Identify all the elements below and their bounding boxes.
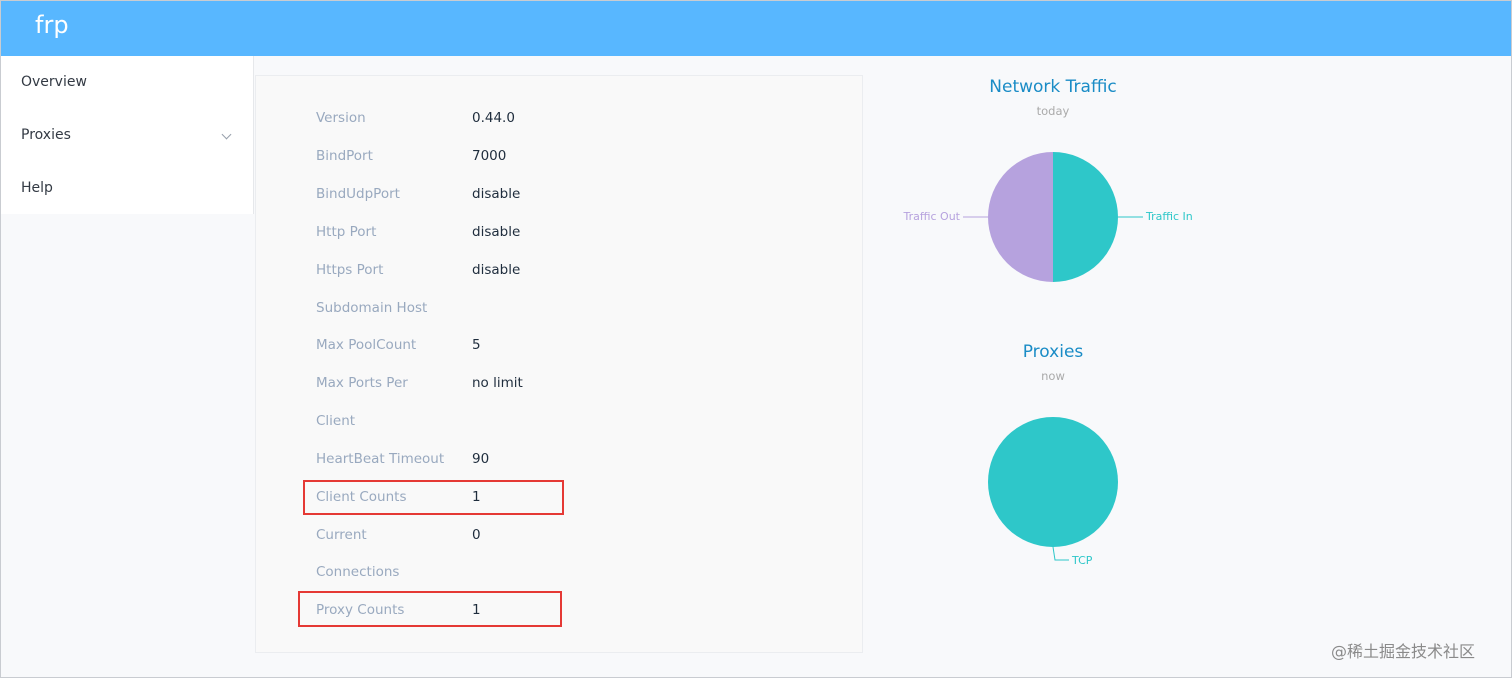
tcp-label: TCP: [1071, 554, 1093, 567]
info-label-bind-udp-port: BindUdpPort: [316, 186, 400, 202]
info-value-max-pool-count: 5: [472, 337, 481, 353]
info-label-bind-port: BindPort: [316, 148, 373, 164]
traffic-pie-chart: Traffic In Traffic Out: [903, 152, 1193, 282]
info-label-heartbeat-timeout: HeartBeat Timeout: [316, 451, 445, 467]
traffic-out-slice: [988, 152, 1053, 282]
info-label-subdomain-host: Subdomain Host: [316, 300, 428, 316]
traffic-in-slice: [1053, 152, 1118, 282]
tcp-leader-line: [1052, 546, 1069, 561]
info-label-max-pool-count: Max PoolCount: [316, 337, 417, 353]
chevron-down-icon: [221, 129, 232, 140]
watermark: @稀土掘金技术社区: [1331, 642, 1476, 661]
sidebar-item-label: Proxies: [21, 127, 71, 143]
tcp-slice: [988, 417, 1118, 547]
top-header: frp: [1, 1, 1511, 56]
info-label-version: Version: [316, 110, 366, 126]
sidebar-item-help[interactable]: Help: [1, 162, 253, 215]
proxies-pie-chart: TCP: [988, 417, 1118, 567]
info-value-http-port: disable: [472, 224, 521, 240]
info-value-heartbeat-timeout: 90: [472, 451, 490, 467]
info-label-max-ports-per: Max Ports Per: [316, 375, 408, 391]
traffic-chart-subtitle: today: [1036, 104, 1070, 118]
traffic-chart-title: Network Traffic: [989, 77, 1117, 97]
traffic-out-label: Traffic Out: [903, 210, 961, 223]
info-value-bind-port: 7000: [472, 148, 507, 164]
sidebar-item-label: Overview: [21, 74, 87, 90]
info-label-https-port: Https Port: [316, 262, 384, 278]
sidebar-item-overview[interactable]: Overview: [1, 56, 253, 109]
info-value-version: 0.44.0: [472, 110, 515, 126]
info-label-http-port: Http Port: [316, 224, 377, 240]
highlight-box-client-counts: [303, 480, 564, 515]
app-title[interactable]: frp: [35, 11, 69, 39]
info-label-client: Client: [316, 413, 356, 429]
info-value-bind-udp-port: disable: [472, 186, 521, 202]
info-label-connections: Connections: [316, 564, 400, 580]
info-label-current: Current: [316, 527, 367, 543]
sidebar-item-proxies[interactable]: Proxies: [1, 109, 253, 162]
info-value-max-ports-per: no limit: [472, 375, 523, 391]
proxies-chart-subtitle: now: [1041, 369, 1065, 383]
highlight-box-proxy-counts: [298, 591, 562, 627]
sidebar-item-label: Help: [21, 180, 53, 196]
info-value-https-port: disable: [472, 262, 521, 278]
sidebar: Overview Proxies Help: [1, 56, 254, 214]
info-value-current: 0: [472, 527, 481, 543]
proxies-chart-title: Proxies: [1022, 342, 1084, 362]
traffic-in-label: Traffic In: [1145, 210, 1193, 223]
